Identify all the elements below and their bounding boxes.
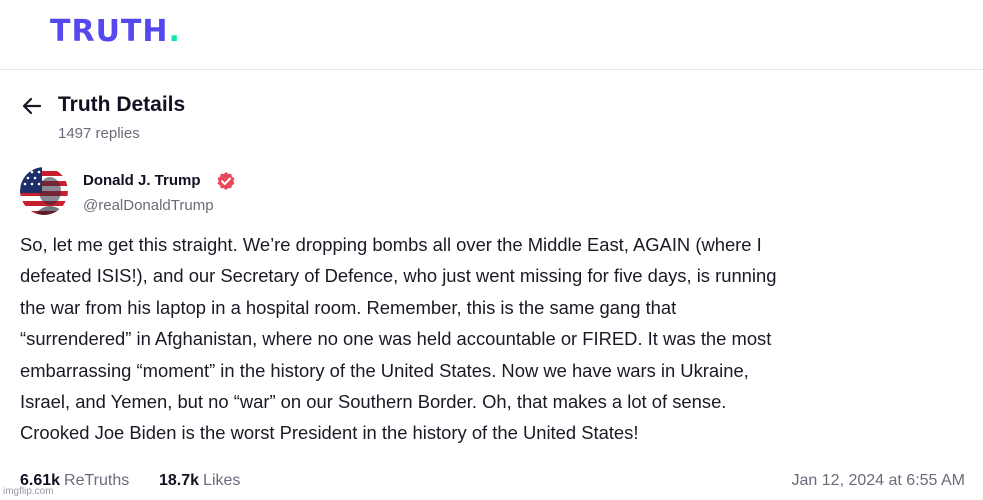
post-footer: 6.61k ReTruths 18.7k Likes Jan 12, 2024 at…	[20, 469, 965, 493]
back-button[interactable]	[20, 94, 46, 118]
post-text-line: So, let me get this straight. We’re drop…	[20, 234, 762, 255]
reply-count: 1497 replies	[58, 125, 140, 142]
post-text-line: the war from his laptop in a hospital ro…	[20, 296, 677, 318]
post-text-line: “surrendered” in Afghanistan, where no o…	[20, 328, 772, 350]
page-header: Truth Details 1497 replies	[20, 90, 960, 150]
top-bar: TRUTH.	[0, 0, 983, 70]
likes-count: 18.7k	[159, 472, 200, 489]
post-timestamp[interactable]: Jan 12, 2024 at 6:55 AM	[792, 469, 965, 493]
likes-stat[interactable]: 18.7k Likes	[159, 469, 240, 493]
post-author: Donald J. Trump @realDonaldTrump	[20, 167, 620, 217]
post-body: So, let me get this straight. We’re drop…	[20, 229, 965, 449]
post-text-line: embarrassing “moment” in the history of …	[20, 359, 749, 381]
flag-portrait-avatar-icon	[20, 167, 68, 215]
retruths-label: ReTruths	[64, 472, 130, 489]
post-text-line: Crooked Joe Biden is the worst President…	[20, 422, 639, 444]
watermark: imgflip.com	[3, 486, 54, 497]
verified-badge-icon	[216, 171, 236, 191]
arrow-left-icon	[22, 97, 42, 115]
post-text-line: Israel, and Yemen, but no “war” on our S…	[20, 391, 727, 413]
page-title: Truth Details	[58, 93, 186, 116]
truth-logo[interactable]: TRUTH.	[50, 14, 181, 50]
logo-dot: .	[168, 14, 181, 49]
likes-label: Likes	[203, 472, 241, 489]
author-handle[interactable]: @realDonaldTrump	[83, 196, 214, 216]
post-text-line: defeated ISIS!), and our Secretary of De…	[20, 265, 777, 287]
author-name[interactable]: Donald J. Trump	[83, 170, 201, 192]
logo-text: TRUTH	[50, 14, 169, 49]
avatar[interactable]	[20, 167, 68, 215]
